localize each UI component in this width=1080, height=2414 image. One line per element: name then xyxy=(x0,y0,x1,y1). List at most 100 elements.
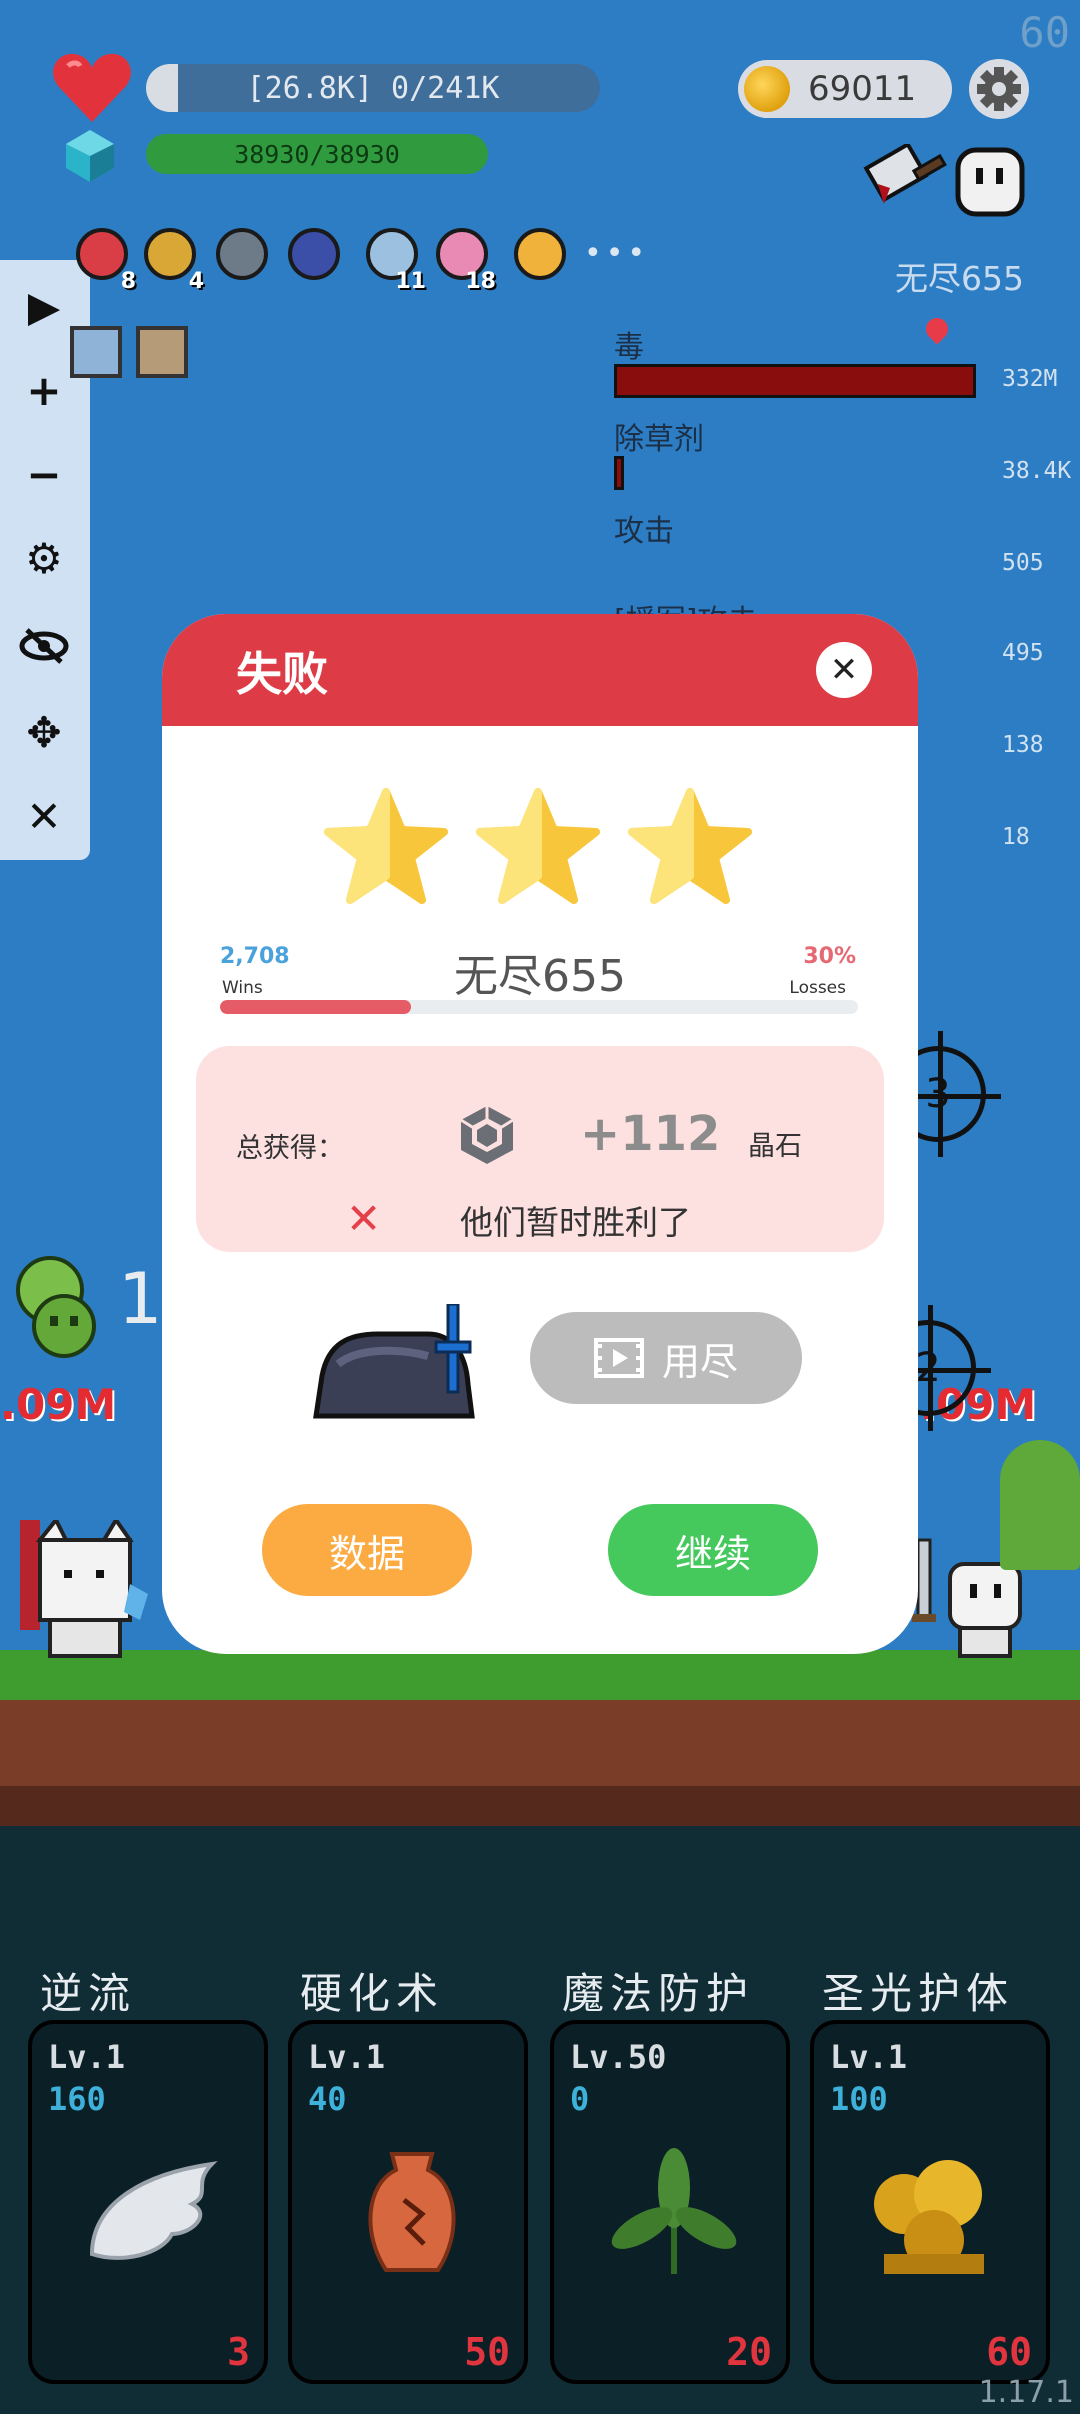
crystal-reward-icon xyxy=(460,1106,514,1164)
damage-row: 攻击 505 xyxy=(614,506,1054,576)
skill-level: Lv.1 xyxy=(308,2038,386,2076)
damage-value: 18 xyxy=(1002,824,1030,850)
wave-number: 1 xyxy=(118,1258,163,1340)
watermelon-icon[interactable]: 8 xyxy=(70,222,136,294)
health-bar: [26.8K] 0/241K xyxy=(146,64,600,112)
skill-level: Lv.1 xyxy=(48,2038,126,2076)
damage-value: 138 xyxy=(1002,732,1044,758)
wizard-hat-icon[interactable] xyxy=(282,222,346,292)
skill-level: Lv.1 xyxy=(830,2038,908,2076)
exhausted-label: 用尽 xyxy=(661,1339,738,1384)
ice-cream-icon[interactable]: 18 xyxy=(430,222,496,294)
skill-cost: 60 xyxy=(986,2330,1032,2374)
damage-label: 毒 xyxy=(614,330,644,365)
settings-gear-icon[interactable] xyxy=(968,58,1030,120)
item-count: 8 xyxy=(120,269,136,294)
move-icon[interactable]: ✥ xyxy=(18,706,70,758)
skill-points: 40 xyxy=(308,2080,347,2118)
damage-value: 505 xyxy=(1002,550,1044,576)
knight-helmet-icon xyxy=(313,1304,475,1419)
gear-icon[interactable]: ⚙ xyxy=(18,532,70,584)
mana-text: 38930/38930 xyxy=(234,139,400,169)
pineapple-icon[interactable] xyxy=(508,222,572,292)
skull-ally-icon xyxy=(16,1256,96,1358)
dialog-header: 失败 ✕ xyxy=(162,614,918,726)
mana-bar: 38930/38930 xyxy=(146,134,488,174)
plus-icon[interactable]: + xyxy=(18,364,70,416)
reward-amount: +112 xyxy=(580,1106,721,1162)
item-count: 4 xyxy=(188,269,204,294)
damage-row: 除草剂 38.4K xyxy=(614,414,1071,490)
vortex-icon[interactable] xyxy=(210,222,274,292)
tree xyxy=(1000,1440,1080,1570)
close-icon[interactable]: ✕ xyxy=(18,790,70,842)
skill-points: 0 xyxy=(570,2080,590,2118)
wing-icon xyxy=(89,2161,218,2260)
losses-percent: 30% xyxy=(803,944,856,969)
leaf-icon xyxy=(611,2148,737,2274)
health-text: [26.8K] 0/241K xyxy=(246,70,500,106)
damage-value: 495 xyxy=(1002,640,1044,666)
ghost-icon xyxy=(955,147,1025,217)
damage-value: 332M xyxy=(1002,366,1058,392)
skill-points: 160 xyxy=(48,2080,106,2118)
skill-card[interactable]: Lv.1 160 3 xyxy=(28,2020,268,2384)
result-message: 他们暂时胜利了 xyxy=(460,1203,691,1242)
equipment-slot[interactable] xyxy=(70,326,122,378)
star-icon xyxy=(324,788,448,904)
reward-label: 总获得： xyxy=(236,1133,344,1164)
skill-level: Lv.50 xyxy=(570,2038,667,2076)
gold-coins-icon xyxy=(874,2160,984,2274)
skill-points: 100 xyxy=(830,2080,888,2118)
inventory-row: 8 4 11 18 xyxy=(70,222,630,294)
coat-icon[interactable]: 11 xyxy=(360,222,426,294)
eye-hidden-icon[interactable] xyxy=(18,620,70,672)
skill-card[interactable]: Lv.1 40 50 xyxy=(288,2020,528,2384)
version-label: 1.17.1 xyxy=(978,2375,1074,2410)
reward-unit: 晶石 xyxy=(748,1131,802,1162)
fail-x-icon: ✕ xyxy=(346,1194,382,1243)
item-count: 18 xyxy=(465,269,496,294)
star-icon xyxy=(476,788,600,904)
more-items-icon[interactable]: ••• xyxy=(584,236,649,271)
skill-card[interactable]: Lv.50 0 20 xyxy=(550,2020,790,2384)
skill-name: 圣光护体 xyxy=(822,1969,1015,2018)
cat-hero-sprite xyxy=(20,1520,148,1658)
dialog-title: 失败 xyxy=(236,647,328,701)
item-count: 11 xyxy=(395,269,426,294)
watch-ad-button[interactable]: 用尽 xyxy=(530,1312,802,1404)
equipment-slot[interactable] xyxy=(136,326,188,378)
durian-icon[interactable]: 4 xyxy=(138,222,204,294)
skill-name: 魔法防护 xyxy=(562,1969,755,2018)
close-dialog-button[interactable]: ✕ xyxy=(816,642,872,698)
losses-label: Losses xyxy=(789,978,846,998)
video-icon xyxy=(593,1338,644,1378)
skill-name: 逆流 xyxy=(40,1969,137,2018)
floating-damage: .09M xyxy=(0,1380,117,1429)
coin-counter: 69011 xyxy=(738,60,952,118)
dirt xyxy=(0,1700,1080,1790)
minus-icon[interactable]: − xyxy=(18,448,70,500)
boss-icons xyxy=(858,141,1028,224)
skill-card[interactable]: Lv.1 100 60 xyxy=(810,2020,1050,2384)
stats-button[interactable]: 数据 xyxy=(262,1504,472,1596)
damage-label: 除草剂 xyxy=(614,422,704,457)
win-loss-bar xyxy=(220,1000,858,1014)
skill-name: 硬化术 xyxy=(300,1969,445,2018)
stage-label: 无尽655 xyxy=(895,259,1024,298)
dirt-dark xyxy=(0,1786,1080,1826)
cleaver-icon xyxy=(863,141,947,204)
win-loss-fill xyxy=(220,1000,412,1014)
result-dialog: 失败 ✕ 2,708 Wins 无尽655 30% Losses 总获得： +1… xyxy=(162,614,918,1654)
damage-label: 攻击 xyxy=(614,514,674,549)
damage-value: 38.4K xyxy=(1002,458,1072,484)
damage-bar xyxy=(614,456,624,490)
coin-icon xyxy=(744,66,790,112)
skill-cost: 20 xyxy=(726,2330,772,2374)
damage-row: 毒 332M xyxy=(614,322,1058,398)
play-icon[interactable]: ▶ xyxy=(18,280,70,332)
coin-amount: 69011 xyxy=(808,69,917,109)
cracked-vase-icon xyxy=(368,2152,456,2272)
star-icon xyxy=(628,788,752,904)
continue-button[interactable]: 继续 xyxy=(608,1504,818,1596)
